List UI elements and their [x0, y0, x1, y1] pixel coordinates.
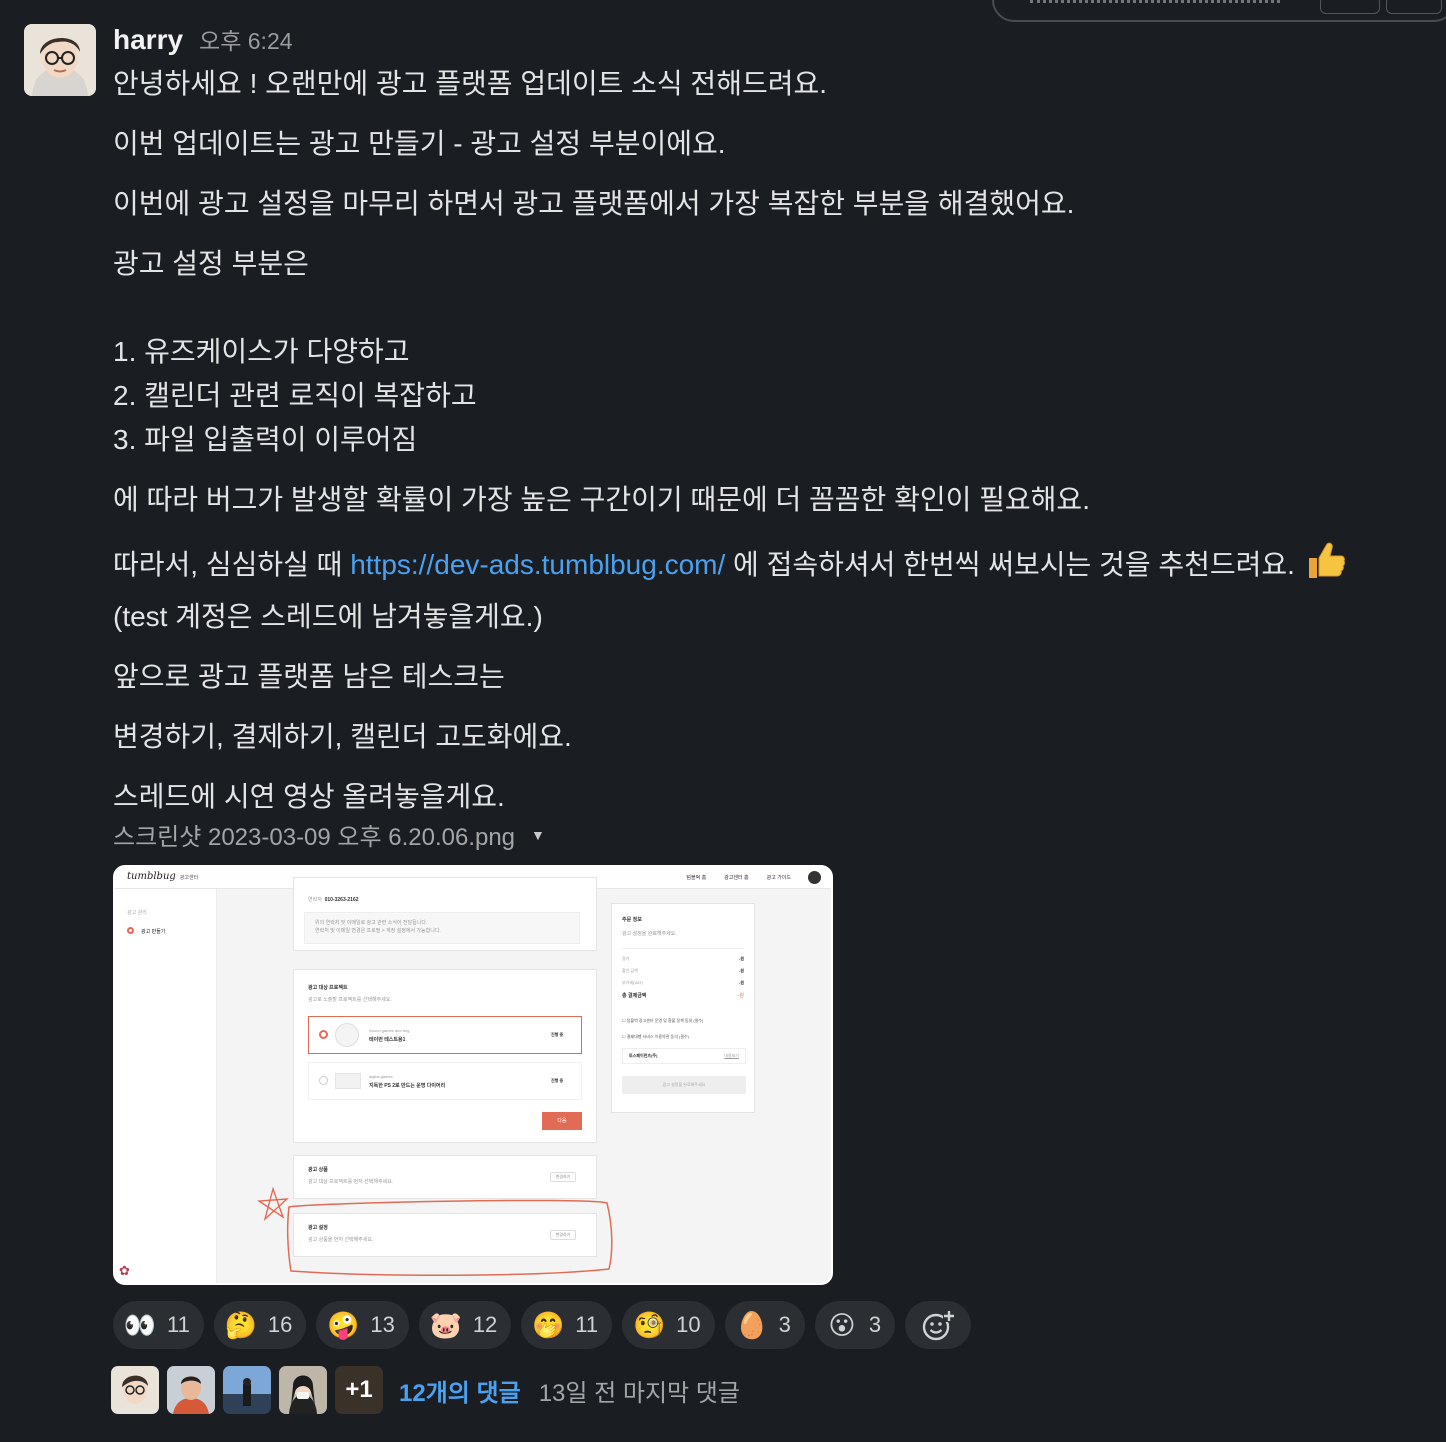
reply-count-link[interactable]: 12개의 댓글 [399, 1373, 521, 1408]
add-reaction-icon [922, 1310, 956, 1341]
message-line: 광고 설정 부분은 [113, 248, 309, 279]
message-line: (test 계정은 스레드에 남겨놓을게요.) [113, 601, 543, 632]
list-item: 1. 유즈케이스가 다양하고 [113, 336, 410, 367]
open-mouth-icon: 😮 [828, 1309, 856, 1340]
thread-avatar [223, 1366, 271, 1414]
eyes-icon: 👀 [123, 1309, 157, 1340]
thread-summary[interactable]: +1 12개의 댓글 13일 전 마지막 댓글 [111, 1366, 740, 1414]
message-line: 스레드에 시연 영상 올려놓을게요. [113, 781, 505, 812]
kirby-icon: 🐷 [429, 1309, 462, 1340]
thread-avatar [167, 1366, 215, 1414]
reaction-count: 12 [472, 1312, 498, 1337]
avatar[interactable] [24, 24, 96, 96]
message-text: 에 접속하셔서 한번씩 써보시는 것을 추천드려요. [725, 549, 1295, 580]
red-annotation-drawing [256, 1186, 613, 1277]
message-line: 에 따라 버그가 발생할 확률이 가장 높은 구간이기 때문에 더 꼼꼼한 확인… [113, 484, 1090, 515]
message-line: 이번에 광고 설정을 마무리 하면서 광고 플랫폼에서 가장 복잡한 부분을 해… [113, 188, 1075, 219]
crazy-face-icon: 🤪 [327, 1309, 360, 1340]
reaction-crazy-face[interactable]: 🤪 13 [316, 1301, 409, 1349]
reaction-eyes[interactable]: 👀 11 [113, 1301, 204, 1349]
message-line: 안녕하세요 ! 오랜만에 광고 플랫폼 업데이트 소식 전해드려요. [113, 68, 828, 99]
reaction-count: 16 [267, 1312, 293, 1337]
more-participants-badge: +1 [335, 1366, 383, 1414]
message-line: 따라서, 심심하실 때 https://dev-ads.tumblbug.com… [113, 538, 1433, 595]
reactions-bar: 👀 11 🤔 16 🤪 13 🐷 12 🤭 11 🧐 10 🥚 3 😮 3 [113, 1301, 972, 1349]
thread-avatar [279, 1366, 327, 1414]
reaction-count: 11 [575, 1312, 599, 1337]
timestamp[interactable]: 오후 6:24 [199, 22, 292, 56]
attachment-filename[interactable]: 스크린샷 2023-03-09 오후 6.20.06.png [113, 817, 515, 852]
message-line: 앞으로 광고 플랫폼 남은 테스크는 [113, 661, 505, 692]
reaction-kirby[interactable]: 🐷 12 [418, 1301, 512, 1349]
message-line: 변경하기, 결제하기, 캘린더 고도화에요. [113, 721, 572, 752]
thinking-icon: 🤔 [224, 1309, 258, 1340]
header-button[interactable] [1320, 0, 1380, 14]
thread-header-pill [992, 0, 1446, 22]
list-item: 2. 캘린더 관련 로직이 복잡하고 [113, 380, 477, 411]
reaction-thinking[interactable]: 🤔 16 [213, 1301, 307, 1349]
message-body: 안녕하세요 ! 오랜만에 광고 플랫폼 업데이트 소식 전해드려요. 이번 업데… [113, 62, 1433, 835]
reaction-count: 13 [370, 1312, 395, 1337]
message-line: 이번 업데이트는 광고 만들기 - 광고 설정 부분이에요. [113, 128, 726, 159]
add-reaction-button[interactable] [905, 1301, 972, 1349]
reaction-count: 10 [676, 1312, 701, 1337]
dev-ads-link[interactable]: https://dev-ads.tumblbug.com/ [350, 549, 725, 580]
list-item: 3. 파일 입출력이 이루어짐 [113, 424, 418, 455]
truncated-header-text [1030, 0, 1280, 11]
thumbs-up-icon [1303, 538, 1347, 595]
reaction-open-mouth[interactable]: 😮 3 [814, 1301, 896, 1349]
attachment-image[interactable]: tumblbug 광고센터 텀블벅 홈 광고센터 홈 광고 가이드 광고 관리 광… [113, 865, 833, 1285]
attachment-header: 스크린샷 2023-03-09 오후 6.20.06.png ▼ [113, 817, 545, 852]
message-text: 따라서, 심심하실 때 [113, 549, 351, 580]
egg-face-icon: 🥚 [735, 1309, 768, 1340]
message-header: harry 오후 6:24 [113, 22, 293, 56]
numbered-list: 1. 유즈케이스가 다양하고 2. 캘린더 관련 로직이 복잡하고 3. 파일 … [113, 330, 1433, 462]
reaction-count: 3 [778, 1312, 791, 1337]
reaction-count: 3 [868, 1312, 882, 1337]
thread-avatar [111, 1366, 159, 1414]
last-reply-time: 13일 전 마지막 댓글 [538, 1379, 740, 1407]
monocle-icon: 🧐 [632, 1309, 666, 1340]
reaction-count: 11 [167, 1312, 190, 1337]
hand-over-mouth-icon: 🤭 [532, 1309, 565, 1340]
avatar-image [24, 24, 96, 96]
author-name[interactable]: harry [113, 24, 183, 56]
header-button[interactable] [1386, 0, 1442, 14]
caret-down-icon[interactable]: ▼ [531, 827, 545, 843]
reaction-egg-face[interactable]: 🥚 3 [724, 1301, 805, 1349]
reaction-hand-over-mouth[interactable]: 🤭 11 [521, 1301, 613, 1349]
reaction-monocle[interactable]: 🧐 10 [622, 1301, 715, 1349]
